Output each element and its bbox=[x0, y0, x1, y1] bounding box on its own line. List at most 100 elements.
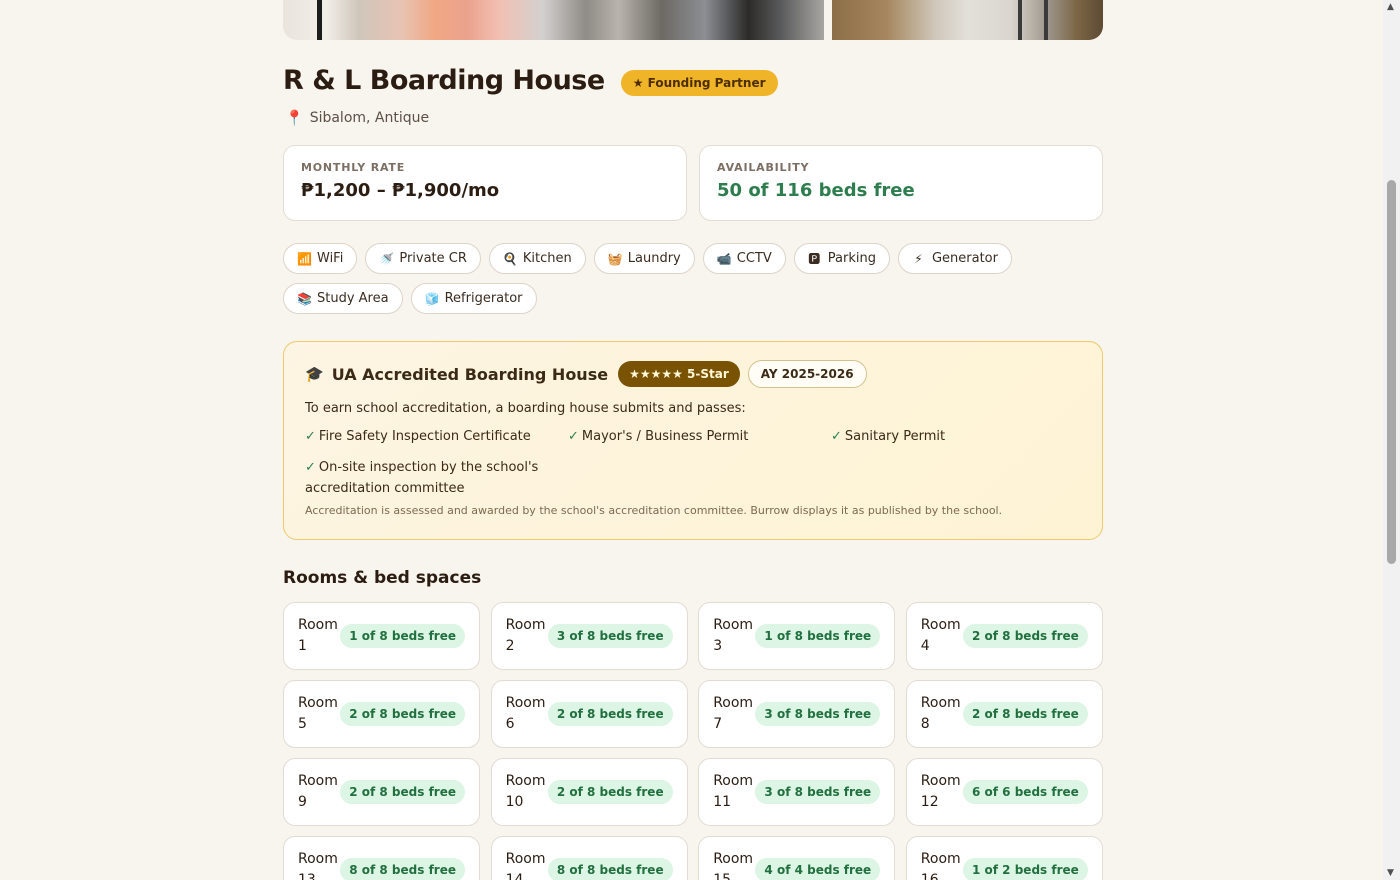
scrollbar[interactable]: ▲ ▼ bbox=[1383, 0, 1400, 880]
room-card[interactable]: Room 15 4 of 4 beds free bbox=[698, 836, 896, 880]
beds-free-badge: 8 of 8 beds free bbox=[340, 858, 465, 880]
pan-icon: 🍳 bbox=[502, 251, 518, 266]
room-card[interactable]: Room 92 of 8 beds free bbox=[283, 758, 480, 826]
scroll-up-arrow[interactable]: ▲ bbox=[1387, 2, 1394, 12]
rooms-grid: Room 11 of 8 beds free Room 23 of 8 beds … bbox=[283, 602, 1103, 880]
beds-free-badge: 1 of 2 beds free bbox=[963, 858, 1088, 880]
beds-free-badge: 2 of 8 beds free bbox=[963, 702, 1088, 726]
amenity-chip: 🅿 Parking bbox=[793, 243, 890, 274]
ice-cube-icon: 🧊 bbox=[424, 291, 440, 306]
camera-icon: 📹 bbox=[716, 251, 732, 266]
requirement-item: ✓ Sanitary Permit bbox=[831, 426, 1094, 447]
monthly-rate-value: ₱1,200 – ₱1,900/mo bbox=[301, 180, 500, 201]
monthly-rate-label: MONTHLY RATE bbox=[301, 161, 406, 174]
check-icon: ✓ bbox=[305, 460, 316, 475]
location-text: Sibalom, Antique bbox=[309, 110, 430, 126]
pin-icon: 📍 bbox=[285, 109, 304, 127]
beds-free-badge: 3 of 8 beds free bbox=[755, 702, 881, 726]
room-card[interactable]: Room 16 1 of 2 beds free bbox=[905, 836, 1103, 880]
beds-free-badge: 2 of 8 beds free bbox=[547, 780, 673, 804]
room-name: Room 11 bbox=[713, 773, 754, 810]
room-name: Room 8 bbox=[920, 695, 961, 732]
beds-free-badge: 8 of 8 beds free bbox=[547, 858, 673, 880]
accreditation-note: Accreditation is assessed and awarded by… bbox=[305, 504, 1003, 517]
beds-free-badge: 2 of 8 beds free bbox=[963, 624, 1088, 648]
room-card[interactable]: Room 31 of 8 beds free bbox=[698, 602, 896, 670]
room-card[interactable]: Room 10 2 of 8 beds free bbox=[490, 758, 688, 826]
requirements-list: ✓ Fire Safety Inspection Certificate ✓ Mayo… bbox=[305, 426, 1081, 499]
requirement-text: On-site inspection by the school's accre… bbox=[305, 460, 539, 496]
room-name: Room 15 bbox=[713, 851, 754, 880]
room-name: Room 1 bbox=[298, 617, 338, 654]
room-card[interactable]: Room 52 of 8 beds free bbox=[283, 680, 480, 748]
title-row: R & L Boarding House ★ Founding Partner bbox=[283, 64, 778, 96]
availability-label: AVAILABILITY bbox=[717, 161, 810, 174]
amenity-chip: 🧊 Refrigerator bbox=[410, 283, 537, 314]
room-name: Room 16 bbox=[920, 851, 961, 880]
founding-partner-badge: ★ Founding Partner bbox=[620, 70, 778, 96]
room-card[interactable]: Room 42 of 8 beds free bbox=[905, 602, 1103, 670]
check-icon: ✓ bbox=[568, 429, 579, 444]
room-name: Room 5 bbox=[298, 695, 338, 732]
requirement-text: Fire Safety Inspection Certificate bbox=[318, 429, 531, 444]
room-card[interactable]: Room 11 of 8 beds free bbox=[283, 602, 480, 670]
main-photo[interactable] bbox=[283, 0, 824, 40]
room-card[interactable]: Room 14 8 of 8 beds free bbox=[490, 836, 688, 880]
photo-gallery[interactable] bbox=[283, 0, 1103, 40]
room-card[interactable]: Room 73 of 8 beds free bbox=[698, 680, 896, 748]
beds-free-badge: 3 of 8 beds free bbox=[547, 624, 673, 648]
room-name: Room 6 bbox=[505, 695, 546, 732]
shower-icon: 🚿 bbox=[379, 251, 395, 266]
beds-free-badge: 2 of 8 beds free bbox=[340, 780, 465, 804]
books-icon: 📚 bbox=[297, 291, 312, 306]
amenity-chip: 📶 WiFi bbox=[283, 243, 358, 274]
room-name: Room 9 bbox=[298, 773, 338, 810]
room-card[interactable]: Room 13 8 of 8 beds free bbox=[283, 836, 480, 880]
requirement-item: ✓ Fire Safety Inspection Certificate bbox=[305, 426, 568, 447]
amenity-chip: 🍳 Kitchen bbox=[488, 243, 586, 274]
listing-title: R & L Boarding House bbox=[283, 64, 605, 96]
amenity-label: Private CR bbox=[399, 251, 467, 266]
check-icon: ✓ bbox=[305, 429, 316, 444]
scrollbar-thumb[interactable] bbox=[1387, 180, 1396, 564]
beds-free-badge: 2 of 8 beds free bbox=[340, 702, 465, 726]
amenity-label: WiFi bbox=[317, 251, 344, 266]
room-card[interactable]: Room 12 6 of 6 beds free bbox=[905, 758, 1103, 826]
room-name: Room 13 bbox=[298, 851, 338, 880]
room-card[interactable]: Room 23 of 8 beds free bbox=[490, 602, 688, 670]
accreditation-intro: To earn school accreditation, a boarding… bbox=[305, 401, 746, 416]
basket-icon: 🧺 bbox=[607, 251, 623, 266]
requirement-text: Sanitary Permit bbox=[844, 429, 946, 444]
secondary-photo[interactable] bbox=[832, 0, 1103, 40]
room-name: Room 14 bbox=[505, 851, 546, 880]
room-name: Room 4 bbox=[920, 617, 961, 654]
amenity-chip: 🚿 Private CR bbox=[365, 243, 481, 274]
beds-free-badge: 2 of 8 beds free bbox=[547, 702, 673, 726]
rooms-section-title: Rooms & bed spaces bbox=[283, 568, 482, 588]
accreditation-title: UA Accredited Boarding House bbox=[331, 364, 609, 384]
monthly-rate-card: MONTHLY RATE ₱1,200 – ₱1,900/mo bbox=[283, 145, 687, 221]
check-icon: ✓ bbox=[831, 429, 842, 444]
availability-value: 50 of 116 beds free bbox=[717, 180, 915, 201]
scroll-down-arrow[interactable]: ▼ bbox=[1387, 868, 1394, 878]
room-name: Room 2 bbox=[505, 617, 546, 654]
parking-icon: 🅿 bbox=[808, 252, 821, 266]
room-card[interactable]: Room 11 3 of 8 beds free bbox=[698, 758, 896, 826]
room-card[interactable]: Room 62 of 8 beds free bbox=[490, 680, 688, 748]
amenity-label: Kitchen bbox=[522, 251, 572, 266]
amenity-chip: ⚡ Generator bbox=[897, 243, 1012, 274]
amenity-label: Parking bbox=[827, 251, 876, 266]
room-card[interactable]: Room 82 of 8 beds free bbox=[905, 680, 1103, 748]
wifi-icon: 📶 bbox=[297, 251, 312, 266]
amenity-label: Study Area bbox=[317, 291, 389, 306]
availability-card: AVAILABILITY 50 of 116 beds free bbox=[699, 145, 1103, 221]
requirement-item: ✓ On-site inspection by the school's accr… bbox=[305, 457, 568, 499]
room-name: Room 12 bbox=[920, 773, 961, 810]
amenity-chip: 📚 Study Area bbox=[283, 283, 403, 314]
amenity-label: Refrigerator bbox=[444, 291, 523, 306]
graduation-cap-icon: 🎓 bbox=[305, 365, 324, 383]
amenity-chip: 🧺 Laundry bbox=[593, 243, 695, 274]
room-name: Room 10 bbox=[505, 773, 546, 810]
star-rating-badge: ★★★★★ 5-Star bbox=[618, 361, 740, 387]
beds-free-badge: 4 of 4 beds free bbox=[755, 858, 881, 880]
